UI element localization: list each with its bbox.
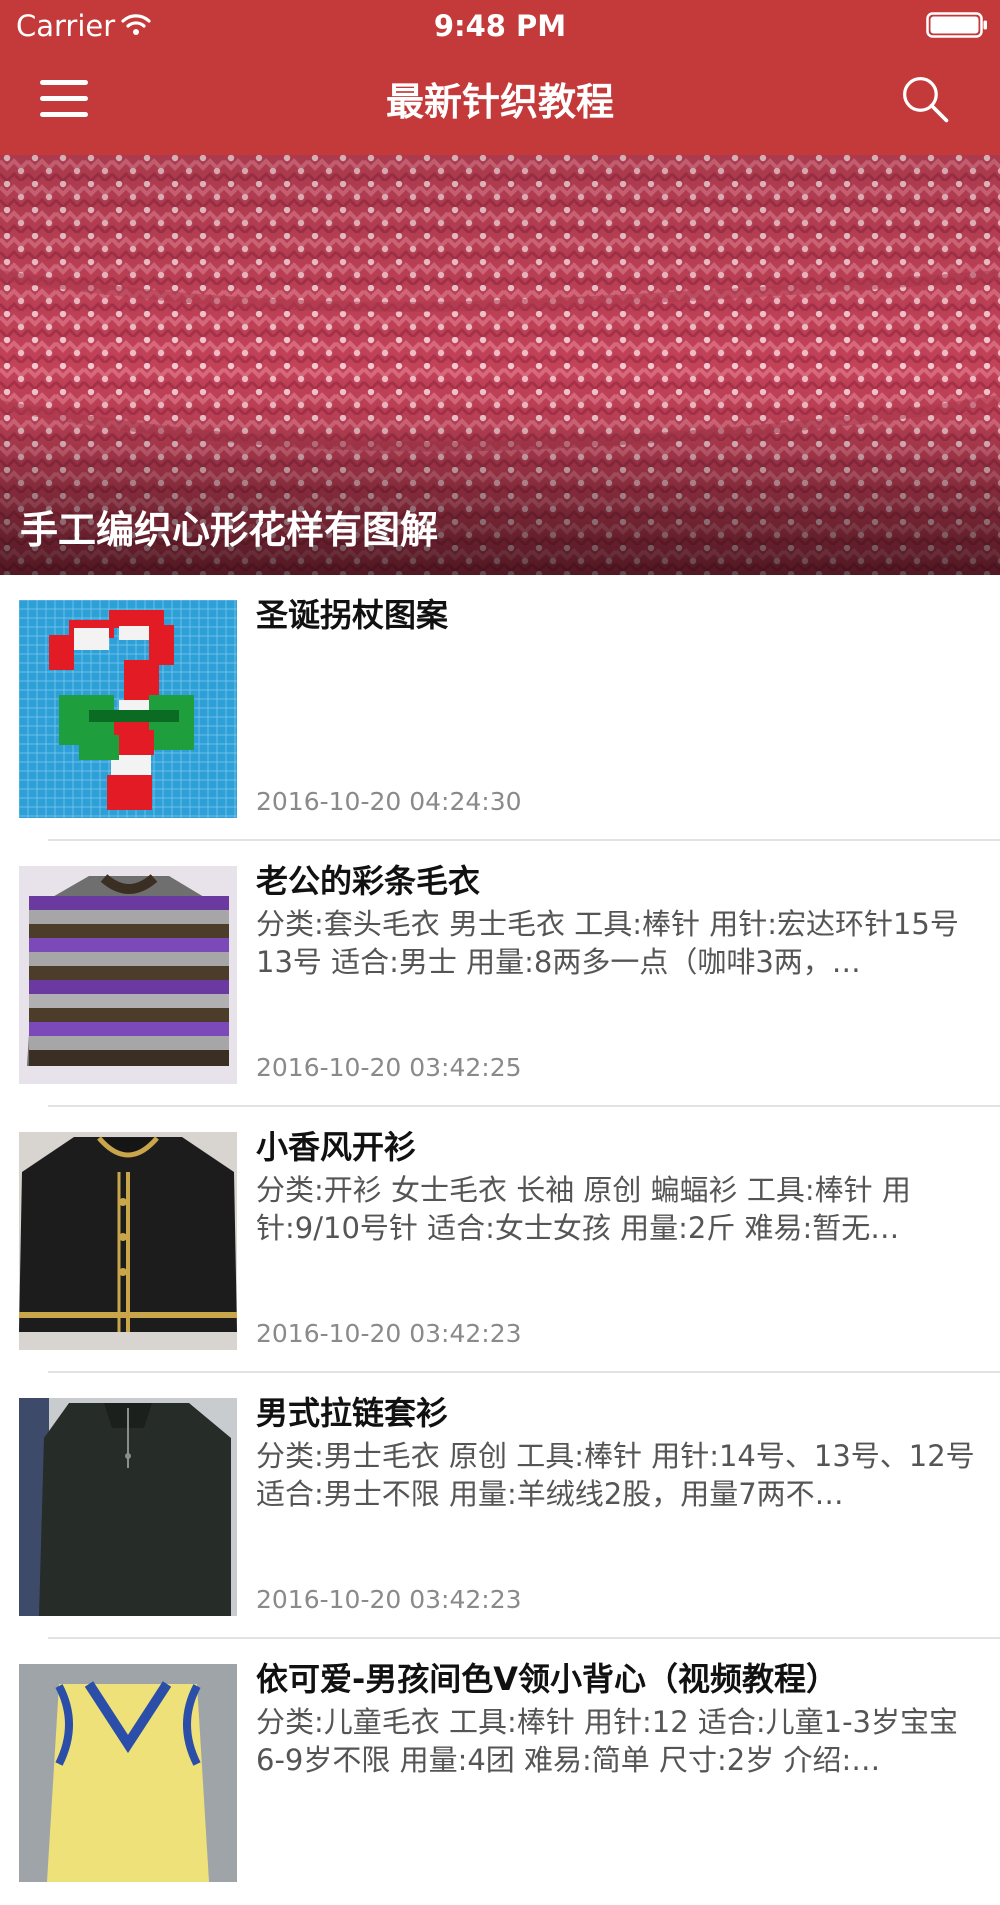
thumbnail-black-cardigan <box>19 1132 237 1350</box>
thumbnail-candy-cane-chart <box>19 600 237 818</box>
search-icon <box>903 77 949 123</box>
item-timestamp: 2016-10-20 03:42:23 <box>256 1585 522 1614</box>
banner-title: 手工编织心形花样有图解 <box>20 508 439 552</box>
battery-icon <box>926 12 987 38</box>
item-title: 老公的彩条毛衣 <box>256 862 481 900</box>
list-item[interactable]: 圣诞拐杖图案 2016-10-20 04:24:30 <box>0 575 1000 841</box>
thumbnail-zip-pullover <box>19 1398 237 1616</box>
item-description: 分类:套头毛衣 男士毛衣 工具:棒针 用针:宏达环针15号13号 适合:男士 用… <box>256 907 959 979</box>
item-title: 依可爱-男孩间色V领小背心（视频教程） <box>256 1660 839 1698</box>
list-item[interactable]: 男式拉链套衫 分类:男士毛衣 原创 工具:棒针 用针:14号、13号、12号 适… <box>0 1373 1000 1639</box>
thumbnail-striped-sweater <box>19 866 237 1084</box>
app-header: Carrier 9:48 PM 最新针织教程 <box>0 0 1000 155</box>
item-title: 圣诞拐杖图案 <box>256 596 449 634</box>
item-description: 分类:儿童毛衣 工具:棒针 用针:12 适合:儿童1-3岁宝宝6-9岁不限 用量… <box>256 1705 959 1777</box>
status-time: 9:48 PM <box>433 9 567 43</box>
item-title: 小香风开衫 <box>256 1128 417 1166</box>
search-button[interactable] <box>900 74 956 130</box>
item-timestamp: 2016-10-20 03:42:25 <box>256 1053 522 1082</box>
list-item[interactable]: 老公的彩条毛衣 分类:套头毛衣 男士毛衣 工具:棒针 用针:宏达环针15号13号… <box>0 841 1000 1107</box>
featured-banner[interactable]: 手工编织心形花样有图解 <box>0 155 1000 575</box>
item-timestamp: 2016-10-20 04:24:30 <box>256 787 522 816</box>
item-title: 男式拉链套衫 <box>256 1394 449 1432</box>
tutorial-list: 圣诞拐杖图案 2016-10-20 04:24:30 老公的彩条毛衣 分类:套头… <box>0 575 1000 1905</box>
list-item[interactable]: 依可爱-男孩间色V领小背心（视频教程） 分类:儿童毛衣 工具:棒针 用针:12 … <box>0 1639 1000 1905</box>
item-description: 分类:男士毛衣 原创 工具:棒针 用针:14号、13号、12号 适合:男士不限 … <box>256 1439 975 1511</box>
page-title: 最新针织教程 <box>385 80 614 124</box>
thumbnail-v-neck-vest <box>19 1664 237 1882</box>
item-description: 分类:开衫 女士毛衣 长袖 原创 蝙蝠衫 工具:棒针 用针:9/10号针 适合:… <box>256 1173 911 1245</box>
item-timestamp: 2016-10-20 03:42:23 <box>256 1319 522 1348</box>
list-item[interactable]: 小香风开衫 分类:开衫 女士毛衣 长袖 原创 蝙蝠衫 工具:棒针 用针:9/10… <box>0 1107 1000 1373</box>
